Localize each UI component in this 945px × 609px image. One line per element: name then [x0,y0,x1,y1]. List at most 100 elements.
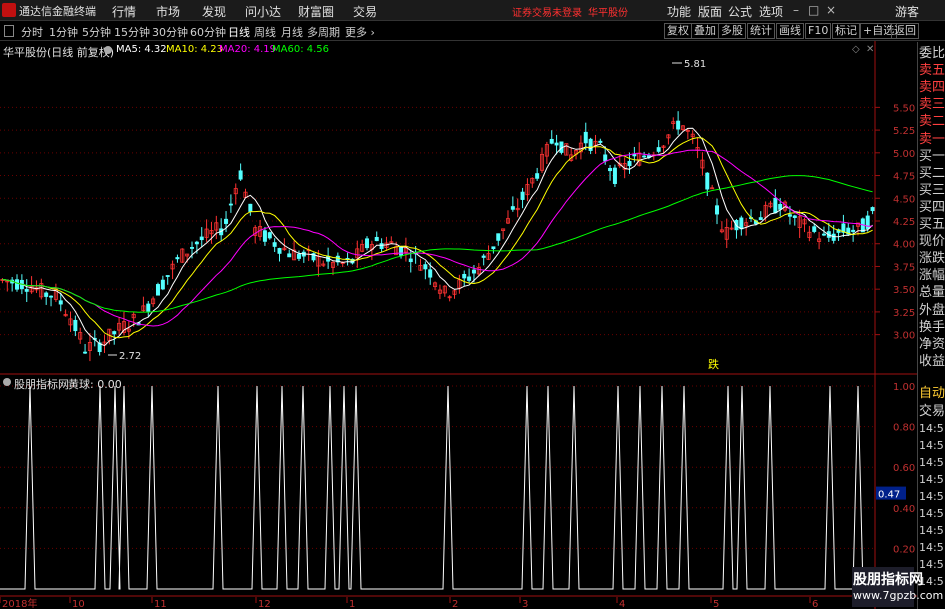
date-tick-label: 3 [522,599,528,609]
candle-body [632,154,637,157]
chart-close-icon[interactable]: ✕ [866,44,874,55]
close-button[interactable]: × [826,3,836,17]
trade-label[interactable]: 交易 [919,404,945,420]
candle-body [462,273,467,279]
orderbook-label: 卖三 [919,97,945,113]
indicator-tick-label: 0.40 [893,504,915,515]
title-bar [0,0,945,21]
date-tick-label: 5 [713,599,719,609]
menu-functions[interactable]: 功能 [667,3,691,20]
date-tick-label: 12 [258,599,271,609]
toolbar-toggle-icon[interactable] [4,25,14,37]
statistics-button[interactable]: 统计 [747,23,775,39]
menu-options[interactable]: 选项 [759,3,783,20]
candle-body [676,120,681,130]
tab-weekly[interactable]: 周线 [254,24,276,40]
orderbook-label: 委比 [919,46,945,61]
tick-time: 14:5 [919,524,944,537]
orderbook-label: 卖四 [919,80,945,96]
candle-body [656,147,661,152]
minimize-button[interactable]: – [793,3,799,17]
candle-body [642,155,647,158]
orderbook-label: 买五 [919,217,945,232]
ma20-label: MA20: 4.19 [219,44,277,55]
tab-daily[interactable]: 日线 [228,24,250,40]
menu-trade[interactable]: 交易 [353,3,377,20]
candle-body [296,253,301,259]
menu-formula[interactable]: 公式 [728,3,752,20]
tick-time: 14:5 [919,473,944,486]
tab-multi-period[interactable]: 多周期 [307,24,340,40]
auto-label[interactable]: 自动 [919,386,945,402]
candle-body [549,138,554,144]
date-tick-label: 2018年 [2,597,37,609]
chart-toggle-icon[interactable]: ◇ [852,44,860,55]
price-tick-label: 5.50 [893,103,915,114]
candle-body [238,170,243,180]
price-tick-label: 5.00 [893,149,915,160]
multi-stock-button[interactable]: 多股 [718,23,746,39]
indicator-current-value: 0.47 [878,490,900,501]
indicator-lines [0,385,875,590]
candle-body [423,264,428,270]
menu-quotes[interactable]: 行情 [112,3,136,20]
candle-body [715,205,720,215]
price-tick-label: 4.25 [893,217,915,228]
login-status[interactable]: 证券交易未登录 [512,4,582,19]
tab-more[interactable]: 更多 › [345,24,375,40]
orderbook-label: 现价 [919,234,945,250]
chart-settings-icon[interactable] [104,46,112,54]
indicator-tick-label: 1.00 [893,382,915,393]
kline-chart-area[interactable]: 5.50 5.25 5.00 4.75 4.50 4.25 4.00 3.75 3.50 3.25… [0,41,917,609]
indicator-settings-icon[interactable] [3,378,11,386]
tab-60min[interactable]: 60分钟 [190,24,226,40]
tab-monthly[interactable]: 月线 [281,24,303,40]
indicator-value: 黄球: 0.00 [68,378,122,391]
orderbook-label: 买三 [919,182,945,198]
candlesticks [0,111,875,362]
candle-body [408,258,413,263]
candle-body [24,288,29,292]
f10-button[interactable]: F10 [805,23,832,39]
candle-body [491,246,496,250]
orderbook-label: 卖一 [919,131,945,147]
draw-line-button[interactable]: 画线 [776,23,804,39]
restore-rights-button[interactable]: 复权 [664,23,692,39]
candle-body [598,140,603,143]
menu-layout[interactable]: 版面 [698,3,722,20]
tick-time: 14:5 [919,541,944,554]
candle-body [44,292,49,297]
orderbook-label: 换手 [919,319,945,335]
mark-button[interactable]: 标记 [832,23,860,39]
orderbook-label: 外盘 [919,302,945,318]
price-tick-label: 5.25 [893,126,915,137]
menu-market[interactable]: 市场 [156,3,180,20]
overlay-button[interactable]: 叠加 [691,23,719,39]
user-guest[interactable]: 游客 [895,3,919,20]
candle-body [773,197,778,214]
top-stock-name[interactable]: 华平股份 [588,4,628,19]
candle-body [554,142,559,146]
candle-body [603,154,608,162]
back-button[interactable]: 返回 [891,23,919,39]
ma10-label: MA10: 4.23 [166,44,224,55]
candle-body [758,217,763,221]
candle-body [399,246,404,256]
candle-body [365,238,370,249]
tick-time: 14:5 [919,456,944,469]
candle-body [608,168,613,172]
tab-15min[interactable]: 15分钟 [114,24,150,40]
ma-line-20 [2,149,873,327]
menu-wealth-circle[interactable]: 财富圈 [298,3,334,20]
maximize-button[interactable]: □ [808,3,819,17]
price-tick-label: 4.50 [893,194,915,205]
menu-ask-xiaoda[interactable]: 问小达 [245,3,281,20]
candle-body [792,215,797,218]
price-tick-label: 3.75 [893,262,915,273]
tab-1min[interactable]: 1分钟 [49,24,78,40]
candle-body [224,218,229,224]
tab-30min[interactable]: 30分钟 [152,24,188,40]
tab-5min[interactable]: 5分钟 [82,24,111,40]
tab-intraday[interactable]: 分时 [21,24,43,40]
menu-discover[interactable]: 发现 [202,3,226,20]
